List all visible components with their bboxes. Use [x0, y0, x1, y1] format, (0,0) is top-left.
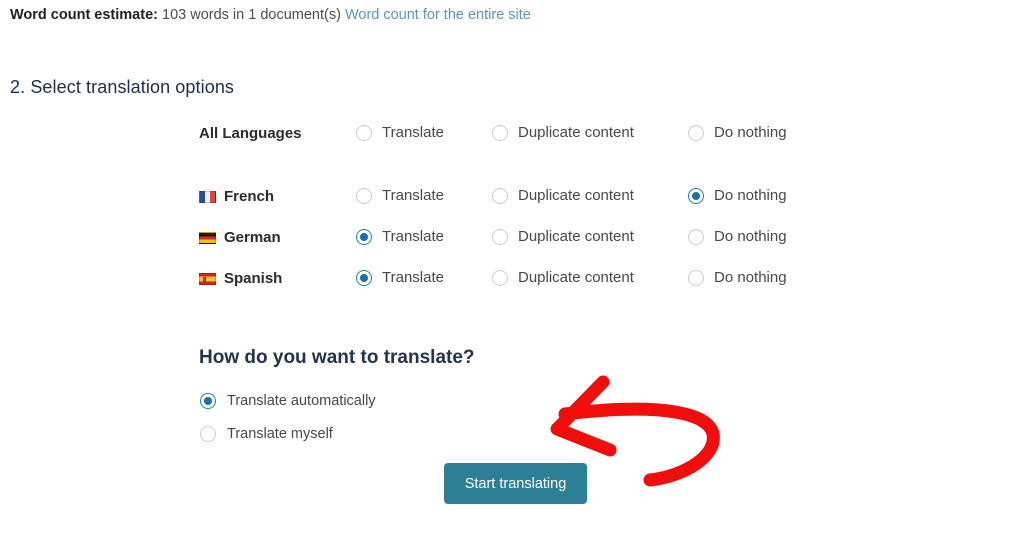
option-french-nothing[interactable]: Do nothing [688, 187, 787, 205]
word-count-value: 103 words in 1 document(s) [162, 7, 341, 23]
radio-icon[interactable] [688, 188, 704, 204]
flag-germany-icon [199, 231, 216, 244]
radio-icon[interactable] [492, 188, 508, 204]
option-label: Translate automatically [227, 392, 376, 409]
language-name: French [224, 188, 275, 205]
language-label-french: French [199, 188, 274, 205]
option-label: Duplicate content [518, 124, 634, 141]
language-row-all: All Languages Translate Duplicate conten… [199, 118, 839, 181]
radio-icon[interactable] [200, 392, 216, 409]
option-german-nothing[interactable]: Do nothing [688, 228, 787, 246]
option-label: Translate [382, 124, 444, 141]
option-label: Translate [382, 269, 444, 286]
translation-options-matrix: All Languages Translate Duplicate conten… [199, 118, 839, 304]
radio-icon[interactable] [200, 425, 216, 442]
how-to-translate-options: Translate automatically Translate myself [200, 384, 376, 450]
language-row-spanish: Spanish Translate Duplicate content Do n… [199, 263, 839, 304]
flag-france-icon [199, 190, 216, 203]
option-label: Duplicate content [518, 269, 634, 286]
radio-icon[interactable] [688, 270, 704, 286]
word-count-label: Word count estimate: [10, 7, 158, 23]
start-translating-button[interactable]: Start translating [444, 463, 587, 504]
radio-icon[interactable] [356, 229, 372, 245]
word-count-site-link[interactable]: Word count for the entire site [345, 7, 531, 23]
option-translate-automatically[interactable]: Translate automatically [200, 384, 376, 417]
option-spanish-duplicate[interactable]: Duplicate content [492, 269, 634, 287]
option-label: Duplicate content [518, 187, 634, 204]
option-label: Do nothing [714, 228, 787, 245]
language-name: German [224, 229, 281, 246]
option-label: Do nothing [714, 269, 787, 286]
radio-icon[interactable] [356, 125, 372, 141]
word-count-estimate: Word count estimate: 103 words in 1 docu… [10, 5, 531, 25]
language-label-spanish: Spanish [199, 270, 282, 287]
option-all-duplicate[interactable]: Duplicate content [492, 124, 634, 142]
option-french-translate[interactable]: Translate [356, 187, 444, 205]
option-label: Duplicate content [518, 228, 634, 245]
how-to-translate-heading: How do you want to translate? [199, 347, 475, 368]
language-label-german: German [199, 229, 281, 246]
option-all-translate[interactable]: Translate [356, 124, 444, 142]
language-row-german: German Translate Duplicate content Do no… [199, 222, 839, 263]
radio-icon[interactable] [356, 270, 372, 286]
option-german-duplicate[interactable]: Duplicate content [492, 228, 634, 246]
option-label: Translate [382, 187, 444, 204]
language-name: All Languages [199, 125, 302, 142]
language-label-all: All Languages [199, 125, 302, 142]
radio-icon[interactable] [492, 125, 508, 141]
language-row-french: French Translate Duplicate content Do no… [199, 181, 839, 222]
radio-icon[interactable] [688, 229, 704, 245]
section-heading: 2. Select translation options [10, 77, 235, 97]
radio-icon[interactable] [356, 188, 372, 204]
option-german-translate[interactable]: Translate [356, 228, 444, 246]
option-french-duplicate[interactable]: Duplicate content [492, 187, 634, 205]
option-label: Translate myself [227, 425, 333, 442]
flag-spain-icon [199, 272, 216, 285]
option-label: Do nothing [714, 187, 787, 204]
option-label: Do nothing [714, 124, 787, 141]
option-spanish-nothing[interactable]: Do nothing [688, 269, 787, 287]
option-spanish-translate[interactable]: Translate [356, 269, 444, 287]
option-all-nothing[interactable]: Do nothing [688, 124, 787, 142]
option-label: Translate [382, 228, 444, 245]
radio-icon[interactable] [688, 125, 704, 141]
radio-icon[interactable] [492, 229, 508, 245]
radio-icon[interactable] [492, 270, 508, 286]
language-name: Spanish [224, 270, 283, 287]
option-translate-myself[interactable]: Translate myself [200, 417, 376, 450]
